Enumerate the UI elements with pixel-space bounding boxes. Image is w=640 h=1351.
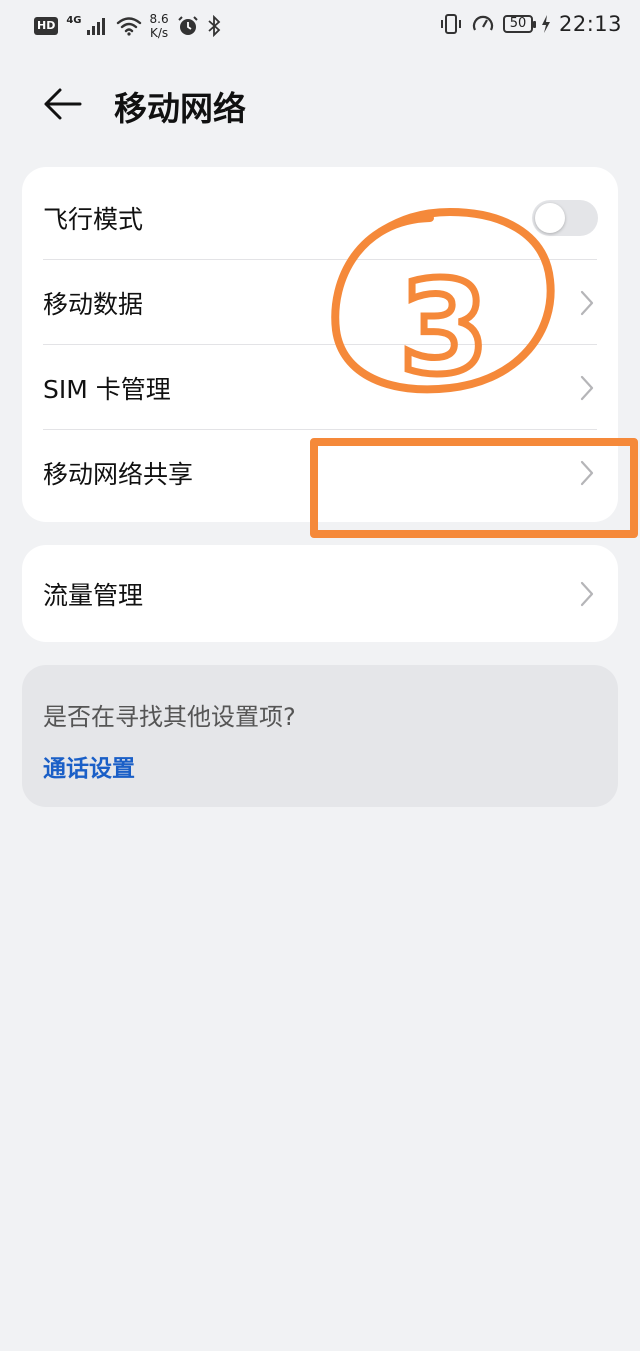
header: 移动网络 [0, 72, 640, 142]
chevron-right-icon [580, 581, 594, 606]
battery-indicator: 50 [502, 15, 536, 33]
page-title: 移动网络 [114, 89, 246, 128]
status-bar-left: HD 4G 8.6 K/s [34, 12, 221, 40]
back-button[interactable] [40, 84, 88, 124]
status-time: 22:13 [558, 12, 622, 36]
toggle-knob [535, 202, 565, 233]
speedometer-icon [472, 15, 494, 31]
traffic-management-label: 流量管理 [43, 580, 144, 610]
alarm-icon [177, 16, 198, 35]
vibrate-icon [440, 14, 461, 34]
chevron-right-icon [580, 460, 594, 485]
tethering-label: 移动网络共享 [43, 459, 194, 489]
sim-management-label: SIM 卡管理 [43, 374, 171, 404]
hd-badge: HD [34, 17, 59, 35]
status-bar-right: 50 22:13 [439, 12, 622, 36]
status-bar: HD 4G 8.6 K/s 50 22:13 [0, 0, 640, 56]
bluetooth-icon [208, 15, 220, 37]
airplane-mode-row[interactable]: 飞行模式 [22, 175, 618, 260]
sim-management-row[interactable]: SIM 卡管理 [22, 345, 618, 430]
airplane-mode-label: 飞行模式 [43, 204, 144, 234]
signal-icon [86, 18, 105, 35]
network-type: 4G [66, 14, 82, 26]
chevron-right-icon [580, 375, 594, 400]
traffic-management-card: 流量管理 [22, 545, 618, 642]
traffic-management-row[interactable]: 流量管理 [22, 551, 618, 636]
network-settings-card: 飞行模式 移动数据 SIM 卡管理 移动网络共享 [22, 167, 618, 522]
mobile-data-label: 移动数据 [43, 289, 144, 319]
arrow-left-icon [44, 88, 82, 120]
airplane-mode-toggle[interactable] [532, 199, 598, 236]
call-settings-link[interactable]: 通话设置 [43, 749, 135, 783]
suggestion-title: 是否在寻找其他设置项? [43, 703, 296, 731]
mobile-network-screen: HD 4G 8.6 K/s 50 22:13 移动网络 飞行模式 移动数据 SI… [0, 0, 640, 1351]
wifi-icon [116, 17, 141, 36]
charging-icon [541, 15, 550, 33]
tethering-row[interactable]: 移动网络共享 [22, 430, 618, 515]
mobile-data-row[interactable]: 移动数据 [22, 260, 618, 345]
network-speed: 8.6 K/s [150, 12, 169, 40]
network-speed-unit: K/s [149, 26, 169, 40]
network-speed-value: 8.6 [149, 12, 169, 26]
chevron-right-icon [580, 290, 594, 315]
suggestion-card: 是否在寻找其他设置项? 通话设置 [22, 665, 618, 807]
